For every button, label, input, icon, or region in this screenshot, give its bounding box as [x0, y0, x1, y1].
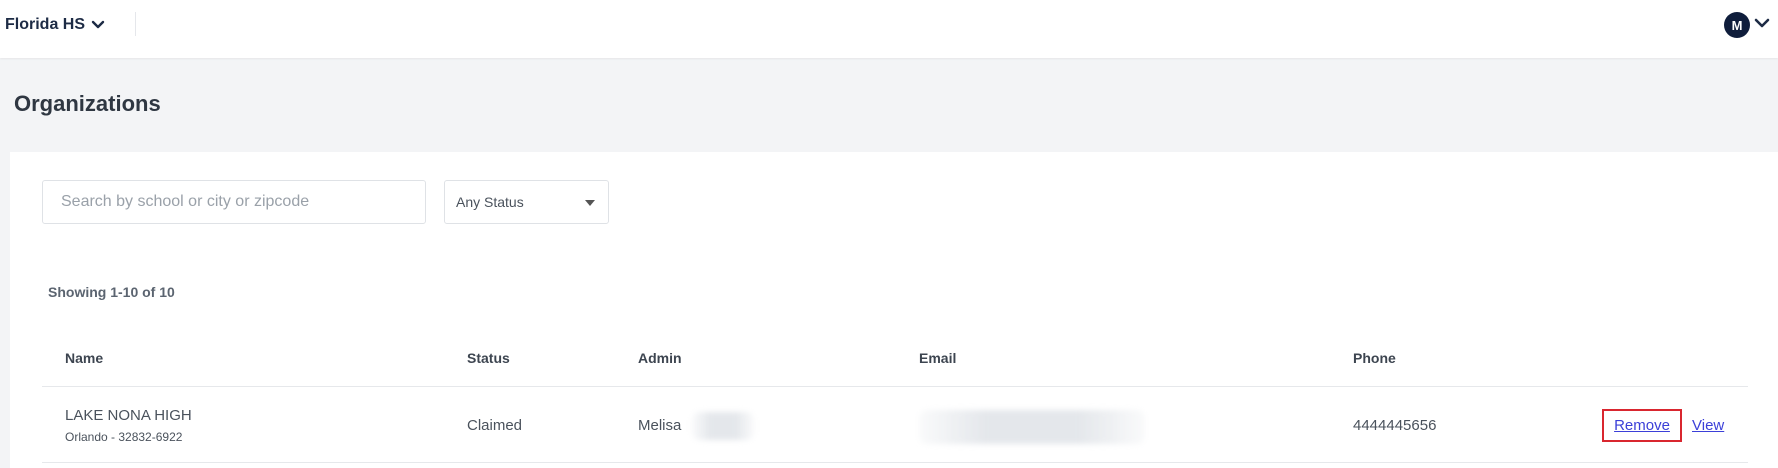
- caret-down-icon: [585, 200, 595, 206]
- org-switcher[interactable]: Florida HS: [5, 14, 105, 36]
- redacted-email: [919, 410, 1145, 444]
- results-count: Showing 1-10 of 10: [48, 284, 175, 300]
- table-header: Name Status Admin Email Phone: [42, 350, 1748, 387]
- view-link[interactable]: View: [1692, 417, 1724, 434]
- table-row: LAKE NONA HIGH Orlando - 32832-6922 Clai…: [42, 388, 1748, 463]
- redacted-admin-surname: [692, 412, 754, 440]
- organizations-card: Any Status Showing 1-10 of 10 Name Statu…: [10, 152, 1778, 468]
- search-input[interactable]: [42, 180, 426, 224]
- user-menu[interactable]: M: [1724, 12, 1770, 38]
- status-filter-select[interactable]: Any Status: [444, 180, 609, 224]
- column-header-name: Name: [65, 350, 104, 366]
- org-name: Florida HS: [5, 16, 86, 33]
- remove-link[interactable]: Remove: [1602, 409, 1682, 442]
- top-navbar: Florida HS M: [0, 0, 1778, 58]
- school-name: LAKE NONA HIGH: [65, 407, 192, 424]
- school-location: Orlando - 32832-6922: [65, 430, 183, 444]
- chevron-down-icon: [91, 20, 105, 30]
- column-header-phone: Phone: [1353, 350, 1396, 366]
- page-title: Organizations: [14, 91, 161, 116]
- phone-cell: 4444445656: [1353, 417, 1437, 434]
- avatar[interactable]: M: [1724, 12, 1750, 38]
- topbar-divider: [135, 12, 136, 36]
- admin-cell: Melisa: [638, 417, 682, 434]
- status-cell: Claimed: [467, 417, 523, 434]
- column-header-status: Status: [467, 350, 510, 366]
- status-filter-value: Any Status: [456, 194, 524, 210]
- column-header-email: Email: [919, 350, 957, 366]
- chevron-down-icon: [1754, 16, 1770, 34]
- column-header-admin: Admin: [638, 350, 682, 366]
